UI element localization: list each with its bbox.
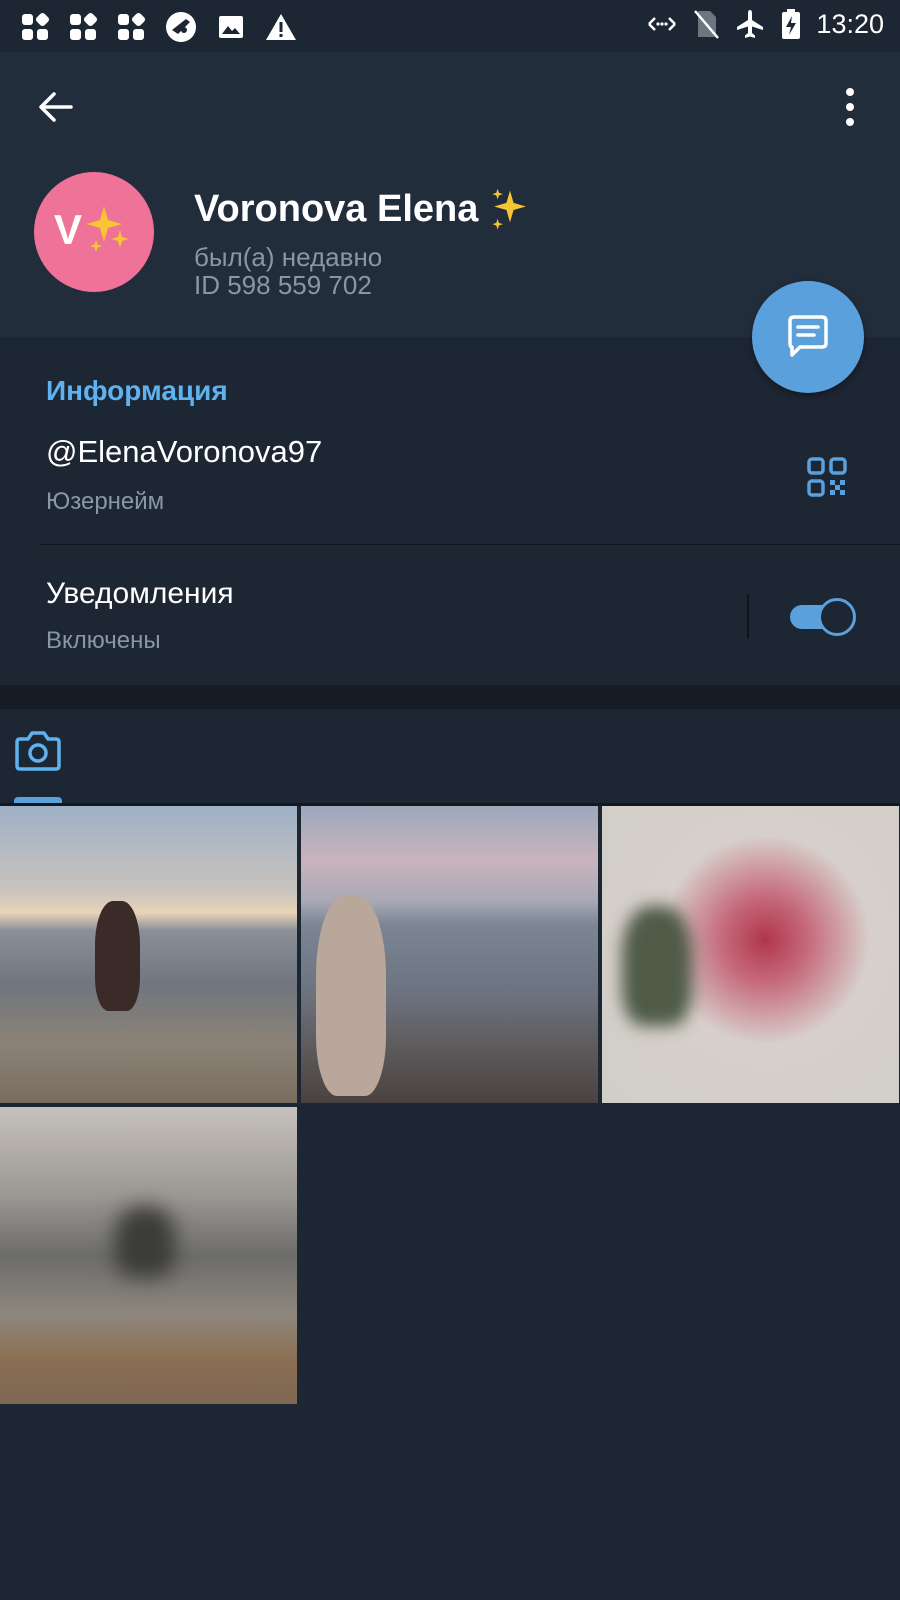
notifications-state: Включены: [46, 627, 161, 654]
send-message-button[interactable]: [752, 281, 864, 393]
photo-subject: [622, 906, 692, 1026]
section-gap: [0, 685, 900, 709]
photo-thumbnail-3[interactable]: [602, 806, 899, 1103]
notifications-title[interactable]: Уведомления: [46, 577, 234, 611]
info-section-title: Информация: [46, 375, 228, 406]
username-label: Юзернейм: [46, 488, 165, 515]
status-bar: 13:20: [0, 0, 900, 52]
more-options-icon[interactable]: [830, 82, 870, 132]
battery-charging-icon: [782, 9, 801, 39]
data-transfer-icon: [648, 17, 677, 31]
warning-icon: [266, 14, 296, 40]
profile-name: Voronova Elena: [194, 188, 479, 230]
clock: 13:20: [816, 8, 884, 39]
photo-subject: [316, 896, 386, 1096]
app-grid-icon: [118, 12, 146, 40]
photo-subject: [95, 901, 140, 1011]
vertical-separator: [747, 594, 749, 639]
no-sim-icon: [694, 10, 720, 39]
qr-code-icon[interactable]: [807, 457, 847, 497]
info-section: Информация @ElenaVoronova97 Юзернейм Уве…: [0, 337, 900, 685]
username-value[interactable]: @ElenaVoronova97: [46, 434, 322, 470]
last-seen-status: был(а) недавно: [194, 242, 383, 272]
avatar[interactable]: V: [34, 172, 154, 292]
photo-thumbnail-2[interactable]: [301, 806, 598, 1103]
toggle-knob: [818, 598, 856, 636]
photo-grid: [0, 806, 900, 1406]
photo-thumbnail-1[interactable]: [0, 806, 297, 1103]
sparkles-emoji-icon: [492, 188, 526, 230]
back-arrow-icon[interactable]: [36, 87, 76, 127]
app-grid-icon: [22, 12, 50, 40]
profile-header: V Voronova Elena был(а) недавно ID 598 5…: [0, 52, 900, 337]
divider: [40, 544, 900, 545]
sparkles-icon: [86, 206, 129, 252]
system-icons: 13:20: [646, 8, 884, 40]
avatar-letter: V: [54, 206, 83, 253]
photo-subject: [115, 1207, 175, 1277]
camera-icon[interactable]: [14, 729, 62, 773]
airplane-icon: [737, 10, 764, 38]
notifications-toggle[interactable]: [790, 597, 858, 636]
app-grid-icon: [70, 12, 98, 40]
user-id: ID 598 559 702: [194, 270, 372, 300]
message-icon: [788, 315, 828, 357]
media-tabs: [0, 709, 900, 805]
photo-thumbnail-4[interactable]: [0, 1107, 297, 1404]
notification-icons: [20, 10, 298, 44]
browser-icon: [166, 12, 196, 42]
image-icon: [219, 16, 243, 38]
